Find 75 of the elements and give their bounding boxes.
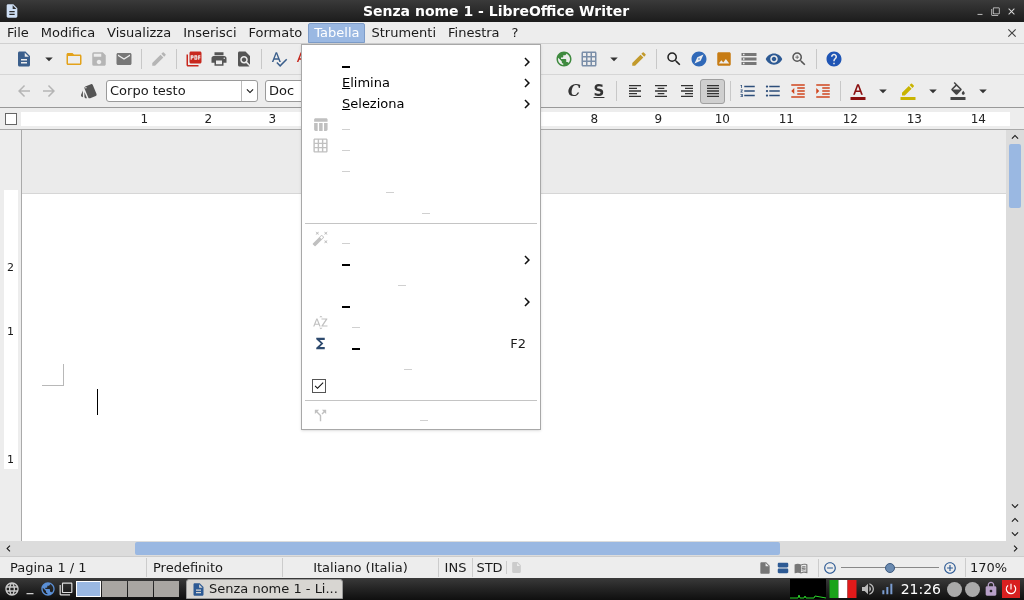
slider-thumb[interactable] <box>885 562 895 573</box>
single-page-view-icon[interactable] <box>758 560 772 575</box>
menu-item[interactable]: F2 <box>302 333 540 354</box>
multi-page-view-icon[interactable] <box>776 560 790 575</box>
menu-item-label: Seleziona <box>342 94 405 113</box>
ruler-number: 8 <box>589 110 600 128</box>
page-count: Pagina 1 / 1 <box>9 558 88 577</box>
maximize-icon[interactable] <box>991 6 1000 16</box>
paragraph-style-combobox[interactable]: Corpo testo <box>106 80 258 102</box>
ruler-number: 12 <box>841 110 859 128</box>
align-button[interactable] <box>700 78 725 104</box>
window-button[interactable]: Senza nome 1 - Li... <box>186 579 343 599</box>
ruler-number: 1 <box>139 110 150 128</box>
shortcut-label: F2 <box>510 334 526 353</box>
menu-title[interactable]: Visualizza <box>101 22 178 43</box>
italian-flag-icon[interactable] <box>828 580 857 598</box>
ruler-number: 2 <box>203 110 214 128</box>
scrollbar-thumb[interactable] <box>1009 144 1021 208</box>
italic-button[interactable]: C <box>562 79 586 103</box>
keyboard-lock-icon <box>947 581 962 597</box>
cpu-graph <box>789 579 826 599</box>
scrollbar-thumb[interactable] <box>135 542 780 555</box>
browser-icon[interactable] <box>40 581 56 597</box>
zoom-in-icon[interactable] <box>943 560 957 575</box>
ruler-number: 1 <box>7 452 14 468</box>
menu-title[interactable]: Formato <box>242 22 309 43</box>
menu-title[interactable]: File <box>1 22 35 43</box>
ruler-number: 14 <box>969 110 987 128</box>
language: Italiano (Italia) <box>282 557 438 578</box>
selection-mode: STD <box>472 557 506 578</box>
menu-title[interactable]: Inserisci <box>177 22 243 43</box>
menu-title[interactable]: Modifica <box>34 22 102 43</box>
ruler-number: 11 <box>777 110 795 128</box>
ruler-number: 9 <box>653 110 664 128</box>
document-icon <box>191 581 206 597</box>
document-icon <box>4 3 20 19</box>
margin-corner <box>42 364 64 386</box>
wand-icon <box>312 230 329 247</box>
tab-stop-icon[interactable] <box>4 112 17 125</box>
align-icon <box>704 83 721 99</box>
volume-icon[interactable] <box>859 581 876 597</box>
align-icon <box>678 83 695 99</box>
menu-title[interactable]: Strumenti <box>365 22 442 43</box>
insert-mode: INS <box>438 557 472 578</box>
window-title: Senza nome 1 - LibreOffice Writer <box>361 1 631 21</box>
text-cursor <box>97 389 98 415</box>
clock[interactable]: 21:26 <box>900 578 941 600</box>
underline-button[interactable]: S <box>587 79 611 103</box>
ruler-number: 13 <box>905 110 923 128</box>
document-modified-icon <box>510 561 523 574</box>
ruler-number: 2 <box>7 260 14 276</box>
align-icon <box>626 83 643 99</box>
grid-icon <box>312 137 329 154</box>
align-icon <box>652 83 669 99</box>
ruler-number: 10 <box>713 110 731 128</box>
ruler-number: 1 <box>7 324 14 340</box>
menu-title[interactable]: ? <box>505 22 525 43</box>
windows-icon[interactable] <box>59 582 73 596</box>
sort-icon <box>312 314 329 331</box>
checkbox[interactable] <box>312 378 326 393</box>
page-style: Predefinito <box>146 557 282 578</box>
zoom-level: 170% <box>965 557 1008 578</box>
power-button[interactable] <box>1002 580 1020 598</box>
menu-title[interactable]: Finestra <box>442 22 506 43</box>
zoom-slider[interactable] <box>841 561 939 574</box>
table-icon <box>312 116 329 133</box>
zoom-out-icon[interactable] <box>823 560 837 575</box>
split-icon <box>312 407 329 424</box>
vertical-scrollbar[interactable] <box>1006 130 1024 541</box>
horizontal-scrollbar[interactable] <box>0 541 1024 556</box>
menu-item-label: Elimina <box>342 73 390 92</box>
start-menu-icon[interactable] <box>4 581 20 597</box>
keyboard-lock-icon <box>965 581 980 597</box>
ruler-number: 3 <box>267 110 278 128</box>
lock-screen-icon[interactable] <box>983 581 999 597</box>
